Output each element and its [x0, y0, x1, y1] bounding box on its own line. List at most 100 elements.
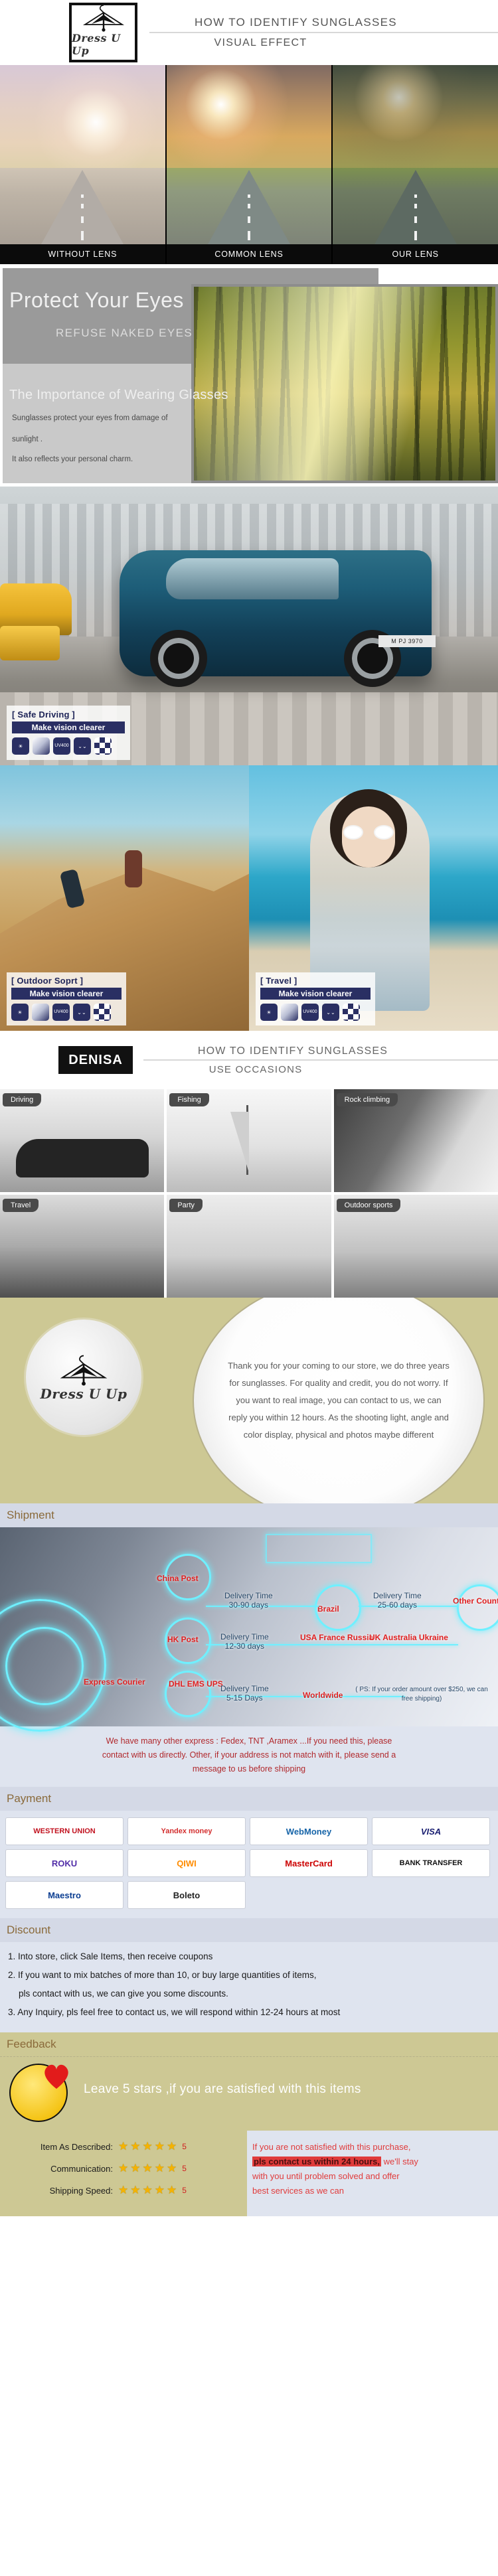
discount-item-1: 1. Into store, click Sale Items, then re… [8, 1951, 213, 1961]
delivery-value-3: 12-30 days [224, 1641, 265, 1651]
discount-item-3: 3. Any Inquiry, pls feel free to contact… [8, 2007, 341, 2017]
rating-stars-shipping-speed: ★ ★ ★ ★ ★ [118, 2184, 177, 2197]
rating-stars-item-as-described: ★ ★ ★ ★ ★ [118, 2140, 177, 2153]
header-title-line1: HOW TO IDENTIFY SUNGLASSES [149, 16, 498, 33]
delivery-value-2: 25-60 days [377, 1600, 418, 1610]
occasion-tag-driving: Driving [3, 1093, 42, 1106]
sun-icon: ☀ [260, 1004, 278, 1021]
payment-method-visa[interactable]: VISA [372, 1817, 490, 1845]
thank-you-section: Dress U Up Thank you for your coming to … [0, 1298, 498, 1503]
star-icon: ★ [118, 2162, 129, 2174]
node-label-brazil: Brazil [317, 1604, 339, 1614]
feedback-notice-line4: best services as we can [252, 2186, 345, 2196]
travel-badge: [ Travel ] Make vision clearer ☀ UV400 ⌄… [256, 972, 375, 1025]
delivery-label-2: Delivery Time [373, 1591, 422, 1600]
image-without-lens [0, 65, 165, 244]
hanger-icon [81, 3, 126, 32]
star-icon: ★ [154, 2162, 165, 2174]
payment-method-yandex-money[interactable]: Yandex money [127, 1817, 246, 1845]
occasion-driving: Driving [0, 1089, 165, 1192]
occasion-tag-party: Party [169, 1199, 203, 1212]
travel-image: [ Travel ] Make vision clearer ☀ UV400 ⌄… [249, 765, 498, 1031]
thank-you-bubble: Thank you for your coming to our store, … [193, 1298, 485, 1503]
gradient-lens-icon [32, 1004, 49, 1021]
safe-driving-subtitle: Make vision clearer [12, 721, 125, 733]
sun-icon: ☀ [12, 737, 29, 755]
shipment-note-line2: contact with us directly. Other, if your… [102, 1750, 396, 1760]
star-icon: ★ [142, 2184, 153, 2196]
feature-icon-row: ☀ UV400 ⌄⌄ [12, 737, 125, 755]
rating-stars-communication: ★ ★ ★ ★ ★ [118, 2162, 177, 2175]
node-label-china-post: China Post [157, 1574, 199, 1583]
eyelash-icon: ⌄⌄ [322, 1004, 339, 1021]
payment-method-boleto[interactable]: Boleto [127, 1881, 246, 1909]
car-window [166, 558, 339, 599]
travel-subtitle: Make vision clearer [260, 988, 371, 1000]
payment-method-qiwi[interactable]: QIWI [127, 1849, 246, 1877]
node-label-usa-group: USA France Russia [300, 1633, 374, 1642]
thank-you-text: Thank you for your coming to our store, … [228, 1361, 450, 1440]
safe-driving-badge: [ Safe Driving ] Make vision clearer ☀ U… [7, 706, 130, 760]
feedback-notice-line3: with you until problem solved and offer [252, 2171, 400, 2181]
node-label-uk-group: UK Australia Ukraine [369, 1633, 448, 1642]
node-dhl-ems-ups [165, 1671, 211, 1717]
discount-body: 1. Into store, click Sale Items, then re… [0, 1942, 498, 2032]
star-icon: ★ [142, 2162, 153, 2174]
node-label-worldwide: Worldwide [303, 1691, 343, 1700]
feedback-bottom: Item As Described: ★ ★ ★ ★ ★ 5 Communica… [0, 2131, 498, 2216]
denisa-logo: DENISA [58, 1046, 133, 1074]
occasions-title-line1: HOW TO IDENTIFY SUNGLASSES [143, 1045, 498, 1061]
node-other-countries [457, 1584, 498, 1631]
eyelash-icon: ⌄⌄ [74, 737, 91, 755]
brand-header: Dress U Up HOW TO IDENTIFY SUNGLASSES VI… [0, 0, 498, 65]
rating-label-shipping-speed: Shipping Speed: [49, 2185, 113, 2196]
payment-method-bank-transfer[interactable]: BANK TRANSFER [372, 1849, 490, 1877]
protect-paragraph-2: sunlight . [12, 435, 43, 443]
payment-methods-grid: WESTERN UNION Yandex money WebMoney VISA… [0, 1811, 498, 1918]
shipment-note-line3: message to us before shipping [192, 1764, 306, 1774]
payment-method-maestro[interactable]: Maestro [5, 1881, 124, 1909]
discount-heading: Discount [0, 1918, 498, 1942]
star-icon: ★ [130, 2162, 141, 2174]
occasion-tag-fishing: Fishing [169, 1093, 209, 1106]
star-icon: ★ [118, 2140, 129, 2153]
uv400-icon: UV400 [53, 737, 70, 755]
node-label-express-courier: Express Courier [84, 1677, 145, 1687]
image-common-lens [166, 65, 332, 244]
sunglasses-icon [343, 825, 394, 840]
outdoor-sport-image: [ Outdoor Soprt ] Make vision clearer ☀ … [0, 765, 249, 1031]
keyboard-icon [266, 1534, 372, 1563]
payment-method-webmoney[interactable]: WebMoney [250, 1817, 368, 1845]
star-icon: ★ [142, 2140, 153, 2153]
uv400-icon: UV400 [52, 1004, 70, 1021]
payment-heading: Payment [0, 1787, 498, 1811]
occasion-travel: Travel [0, 1195, 165, 1298]
thank-you-logo: Dress U Up [24, 1318, 143, 1437]
image-our-lens [333, 65, 498, 244]
eyelash-icon: ⌄⌄ [73, 1004, 90, 1021]
header-titles: HOW TO IDENTIFY SUNGLASSES VISUAL EFFECT [137, 16, 498, 49]
star-icon: ★ [130, 2184, 141, 2196]
protect-subheading: REFUSE NAKED EYES [56, 327, 193, 339]
delivery-value-4: 5-15 Days [226, 1693, 263, 1703]
hanger-icon [60, 1355, 108, 1386]
logo-wordmark: Dress U Up [72, 32, 121, 57]
checker-icon [343, 1004, 360, 1021]
occasions-row-2: Travel Party Outdoor sports [0, 1195, 498, 1298]
payment-method-mastercard[interactable]: MasterCard [250, 1849, 368, 1877]
star-icon: ★ [167, 2140, 177, 2153]
gradient-lens-icon [281, 1004, 298, 1021]
occasion-tag-outdoor-sports: Outdoor sports [336, 1199, 401, 1212]
climber-figure-2 [125, 850, 142, 887]
discount-item-2-cont: pls contact with us, we can give you som… [19, 1989, 228, 1999]
lens-comparison-images [0, 65, 498, 244]
star-icon: ★ [154, 2140, 165, 2153]
occasion-party: Party [167, 1195, 331, 1298]
payment-method-roku[interactable]: ROKU [5, 1849, 124, 1877]
payment-method-western-union[interactable]: WESTERN UNION [5, 1817, 124, 1845]
safe-driving-section: M PJ 3970 [ Safe Driving ] Make vision c… [0, 487, 498, 765]
delivery-label-3: Delivery Time [220, 1632, 269, 1641]
star-icon: ★ [167, 2162, 177, 2174]
shipment-heading: Shipment [0, 1503, 498, 1527]
hud-ring-inner [5, 1627, 84, 1705]
